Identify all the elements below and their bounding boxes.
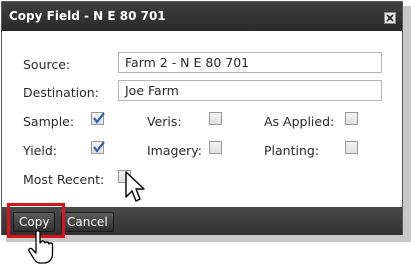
dialog-titlebar: Copy Field - N E 80 701 xyxy=(2,2,402,31)
veris-checkbox[interactable] xyxy=(209,112,222,125)
close-button[interactable] xyxy=(384,12,396,24)
sample-label: Sample: xyxy=(23,114,75,129)
as-applied-label: As Applied: xyxy=(264,114,335,129)
sample-checkbox[interactable] xyxy=(91,112,105,125)
imagery-label: Imagery: xyxy=(147,143,202,158)
as-applied-checkbox[interactable] xyxy=(345,112,358,125)
hand-pointer-icon xyxy=(28,230,54,264)
imagery-checkbox[interactable] xyxy=(209,141,222,154)
cancel-button[interactable]: Cancel xyxy=(61,212,114,232)
planting-label: Planting: xyxy=(264,143,320,158)
arrow-cursor-icon xyxy=(125,171,145,202)
most-recent-label: Most Recent: xyxy=(23,172,105,187)
source-field[interactable]: Farm 2 - N E 80 701 xyxy=(118,52,382,73)
checkmark-icon xyxy=(93,141,105,153)
source-label: Source: xyxy=(23,57,71,72)
close-icon xyxy=(386,14,394,22)
yield-label: Yield: xyxy=(23,143,57,158)
planting-checkbox[interactable] xyxy=(345,141,358,154)
veris-label: Veris: xyxy=(147,114,182,129)
checkmark-icon xyxy=(93,112,105,124)
yield-checkbox[interactable] xyxy=(91,141,105,154)
copy-field-dialog: Copy Field - N E 80 701 Source: Farm 2 -… xyxy=(1,1,403,235)
destination-label: Destination: xyxy=(23,85,99,100)
destination-field[interactable]: Joe Farm xyxy=(118,80,382,101)
dialog-title: Copy Field - N E 80 701 xyxy=(9,9,166,23)
